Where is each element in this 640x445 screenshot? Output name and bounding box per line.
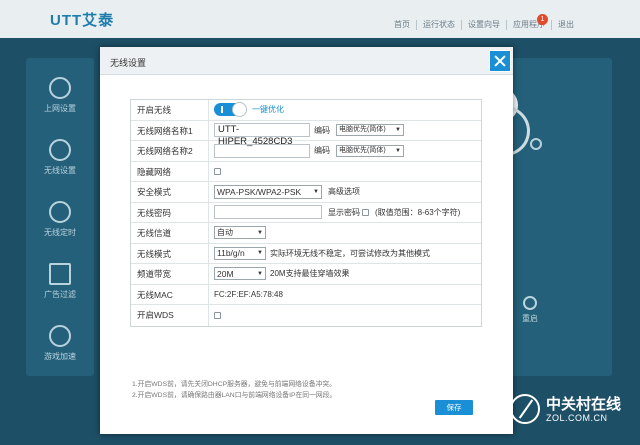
encoding-label: 编码 xyxy=(314,125,330,135)
sidebar-item-label: 上网设置 xyxy=(44,104,76,113)
sidebar-item-label: 游戏加速 xyxy=(44,352,76,361)
ssid1-input[interactable]: UTT-HIPER_4528CD3 xyxy=(214,123,310,147)
select-value: 电脑优先(简体) xyxy=(339,146,386,154)
globe-icon xyxy=(49,77,71,99)
watermark-cn: 中关村在线 xyxy=(546,395,622,413)
select-value: WPA-PSK/WPA2-PSK xyxy=(217,186,302,197)
wireless-toggle[interactable] xyxy=(214,102,247,118)
field-label: 无线信道 xyxy=(131,223,209,243)
top-bar: UTT艾泰 首页 运行状态 设置向导 应用程序 退出 1 xyxy=(0,0,640,38)
nav-wizard[interactable]: 设置向导 xyxy=(461,20,506,30)
sidebar-item-internet[interactable]: 上网设置 xyxy=(26,68,94,124)
field-label: 开启无线 xyxy=(131,100,209,120)
ssid2-input[interactable] xyxy=(214,143,310,158)
sidebar-item-adfilter[interactable]: 广告过滤 xyxy=(26,254,94,310)
dialog-title: 无线设置 xyxy=(110,58,147,68)
encoding-label: 编码 xyxy=(314,146,330,156)
select-value: 自动 xyxy=(217,227,233,237)
wifi-icon xyxy=(49,139,71,161)
sidebar-item-wireless[interactable]: 无线设置 xyxy=(26,130,94,186)
advanced-options-link[interactable]: 高级选项 xyxy=(328,186,360,197)
show-password-label: 显示密码 xyxy=(328,207,360,217)
mode-select[interactable]: 11b/g/n ▼ xyxy=(214,246,266,260)
hide-network-checkbox[interactable] xyxy=(214,167,221,175)
password-range-hint: (取值范围：8-63个字符) xyxy=(375,207,461,217)
channel-select[interactable]: 自动 ▼ xyxy=(214,226,266,240)
field-label: 安全模式 xyxy=(131,182,209,202)
password-input[interactable] xyxy=(214,205,322,220)
notes: 1.开启WDS前，请先关闭DHCP服务器，避免与前端网络设备冲突。 2.开启WD… xyxy=(132,379,336,401)
row-ssid1: 无线网络名称1 UTT-HIPER_4528CD3 编码 电脑优先(简体) ▼ xyxy=(131,120,481,147)
ssid2-encoding-select[interactable]: 电脑优先(简体) ▼ xyxy=(336,144,404,157)
chevron-down-icon: ▼ xyxy=(257,250,263,257)
save-button[interactable]: 保存 xyxy=(435,400,473,415)
gamepad-icon xyxy=(49,325,71,347)
wireless-settings-dialog: 无线设置 开启无线 一键优化 无线网络名称1 UTT-HIPER_4528CD3… xyxy=(100,47,513,434)
ssid1-encoding-select[interactable]: 电脑优先(简体) ▼ xyxy=(336,124,404,137)
field-label: 隐藏网络 xyxy=(131,161,209,181)
select-value: 11b/g/n xyxy=(217,248,245,259)
select-value: 20M xyxy=(217,268,234,279)
row-hidden: 隐藏网络 xyxy=(131,161,481,182)
toggle-bar-icon xyxy=(221,106,223,114)
field-label: 开启WDS xyxy=(131,305,209,326)
show-password-checkbox[interactable] xyxy=(362,208,369,216)
chevron-down-icon: ▼ xyxy=(395,147,401,154)
toggle-knob xyxy=(232,102,247,118)
bandwidth-hint: 20M支持最佳穿墙效果 xyxy=(270,269,350,279)
field-label: 无线网络名称1 xyxy=(131,120,209,140)
reboot-button[interactable]: 重启 xyxy=(510,296,550,324)
brand-logo: UTT艾泰 xyxy=(50,12,115,29)
chevron-down-icon: ▼ xyxy=(257,229,263,236)
settings-form: 开启无线 一键优化 无线网络名称1 UTT-HIPER_4528CD3 编码 电… xyxy=(130,99,482,327)
notification-badge: 1 xyxy=(537,14,548,25)
wds-checkbox[interactable] xyxy=(214,311,221,319)
note-line: 1.开启WDS前，请先关闭DHCP服务器，避免与前端网络设备冲突。 xyxy=(132,381,336,388)
row-security: 安全模式 WPA-PSK/WPA2-PSK ▼ 高级选项 xyxy=(131,182,481,203)
nav-home[interactable]: 首页 xyxy=(388,20,416,30)
mode-hint: 实际环境无线不稳定，可尝试修改为其他模式 xyxy=(270,248,430,258)
sidebar-item-timer[interactable]: 无线定时 xyxy=(26,192,94,248)
security-mode-select[interactable]: WPA-PSK/WPA2-PSK ▼ xyxy=(214,184,322,199)
chevron-down-icon: ▼ xyxy=(257,270,263,277)
stopwatch-icon xyxy=(49,201,71,223)
row-mac: 无线MAC FC:2F:EF:A5:78:48 xyxy=(131,284,481,305)
bg-clock-icon xyxy=(530,138,542,150)
row-ssid2: 无线网络名称2 编码 电脑优先(简体) ▼ xyxy=(131,141,481,162)
row-mode: 无线模式 11b/g/n ▼ 实际环境无线不稳定，可尝试修改为其他模式 xyxy=(131,243,481,264)
top-nav: 首页 运行状态 设置向导 应用程序 退出 xyxy=(388,20,580,30)
close-icon[interactable] xyxy=(489,50,511,72)
row-wds: 开启WDS xyxy=(131,305,481,326)
note-line: 2.开启WDS前，请确保路由器LAN口与前端网络设备IP在同一网段。 xyxy=(132,392,337,399)
field-label: 无线密码 xyxy=(131,202,209,222)
watermark-en: ZOL.COM.CN xyxy=(546,412,608,423)
power-icon xyxy=(523,296,537,310)
zol-logo-icon xyxy=(510,394,540,424)
field-label: 无线模式 xyxy=(131,243,209,263)
sidebar: 上网设置 无线设置 无线定时 广告过滤 游戏加速 xyxy=(26,58,94,376)
field-label: 无线网络名称2 xyxy=(131,141,209,161)
field-label: 频道带宽 xyxy=(131,264,209,284)
nav-status[interactable]: 运行状态 xyxy=(416,20,461,30)
zol-watermark: 中关村在线 ZOL.COM.CN xyxy=(510,394,621,424)
nav-logout[interactable]: 退出 xyxy=(551,20,580,30)
reboot-label: 重启 xyxy=(522,314,538,323)
field-label: 无线MAC xyxy=(131,284,209,304)
row-channel: 无线信道 自动 ▼ xyxy=(131,223,481,244)
row-bandwidth: 频道带宽 20M ▼ 20M支持最佳穿墙效果 xyxy=(131,264,481,285)
row-password: 无线密码 显示密码 (取值范围：8-63个字符) xyxy=(131,202,481,223)
select-value: 电脑优先(简体) xyxy=(339,126,386,134)
row-enable-wireless: 开启无线 一键优化 xyxy=(131,100,481,121)
sidebar-item-game[interactable]: 游戏加速 xyxy=(26,316,94,372)
funnel-icon xyxy=(49,263,71,285)
dialog-header: 无线设置 xyxy=(100,47,513,75)
sidebar-item-label: 无线设置 xyxy=(44,166,76,175)
chevron-down-icon: ▼ xyxy=(395,127,401,134)
bandwidth-select[interactable]: 20M ▼ xyxy=(214,267,266,281)
sidebar-item-label: 无线定时 xyxy=(44,228,76,237)
sidebar-item-label: 广告过滤 xyxy=(44,290,76,299)
chevron-down-icon: ▼ xyxy=(313,188,319,195)
mac-value: FC:2F:EF:A5:78:48 xyxy=(214,289,283,299)
optimize-link[interactable]: 一键优化 xyxy=(252,104,284,115)
